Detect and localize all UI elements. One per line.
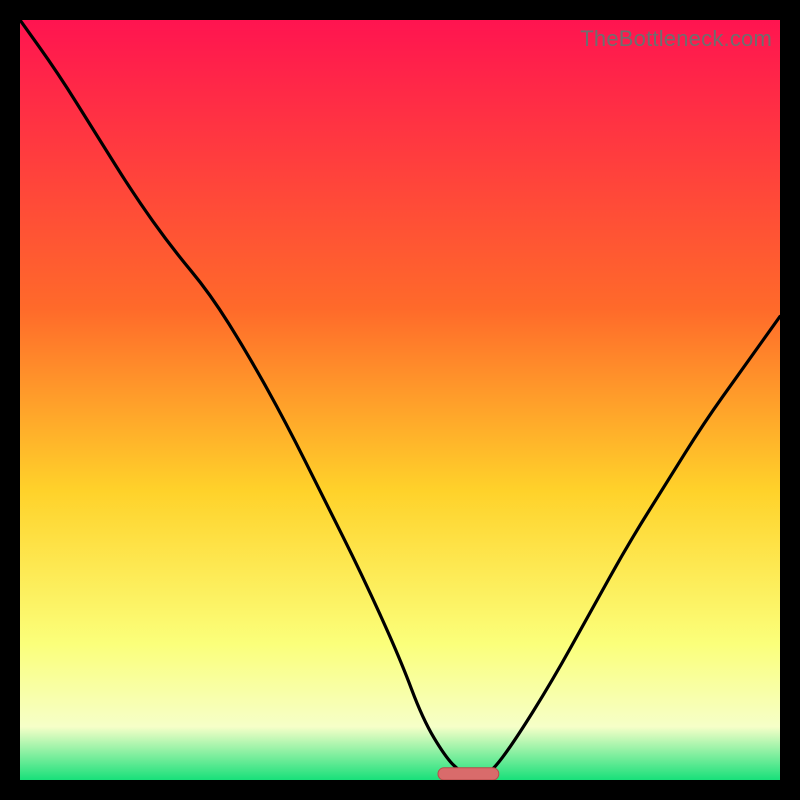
chart-frame: TheBottleneck.com — [20, 20, 780, 780]
bottleneck-chart — [20, 20, 780, 780]
optimal-marker — [438, 768, 499, 780]
gradient-background — [20, 20, 780, 780]
watermark-text: TheBottleneck.com — [580, 26, 772, 52]
